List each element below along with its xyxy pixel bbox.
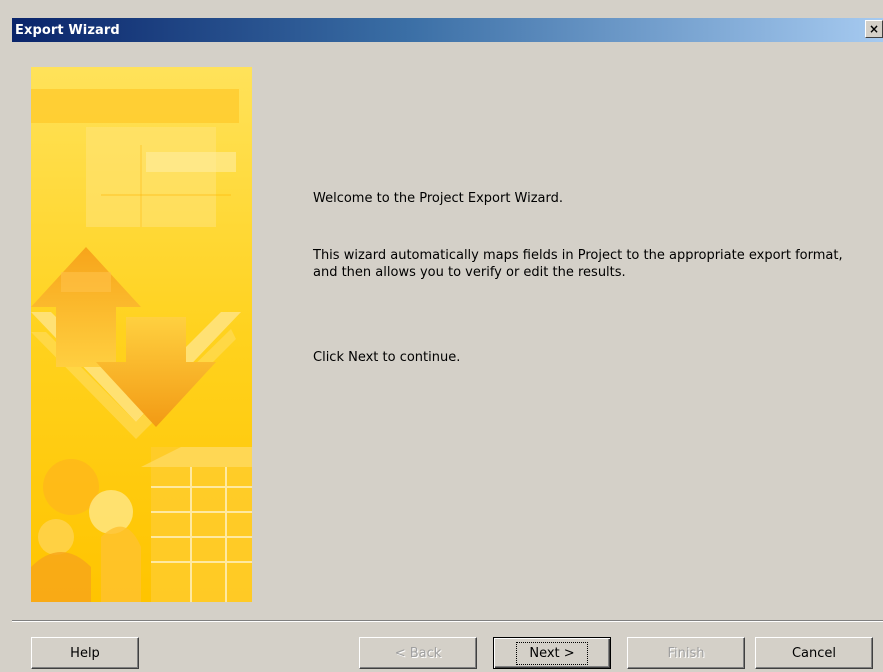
description-text: This wizard automatically maps fields in…	[313, 248, 843, 280]
welcome-text: Welcome to the Project Export Wizard.	[313, 191, 564, 206]
close-button[interactable]: ×	[865, 20, 883, 38]
close-icon: ×	[868, 22, 880, 36]
window-title: Export Wizard	[15, 22, 120, 38]
click-next-text: Click Next to continue.	[313, 350, 461, 365]
cancel-button-label: Cancel	[791, 645, 837, 661]
cancel-button[interactable]: Cancel	[755, 637, 873, 669]
export-wizard-dialog: Export Wizard × Welcome to the Project E…	[0, 0, 883, 672]
back-button[interactable]: < Back	[359, 637, 477, 669]
help-button[interactable]: Help	[31, 637, 139, 669]
next-button-label: Next >	[516, 641, 588, 665]
finish-button[interactable]: Finish	[627, 637, 745, 669]
back-button-label: < Back	[394, 645, 442, 661]
help-button-label: Help	[70, 645, 100, 661]
title-bar[interactable]: Export Wizard ×	[12, 18, 883, 42]
button-separator	[12, 620, 883, 622]
finish-button-label: Finish	[667, 645, 705, 661]
wizard-banner-graphic	[31, 67, 252, 602]
next-button[interactable]: Next >	[493, 637, 611, 669]
